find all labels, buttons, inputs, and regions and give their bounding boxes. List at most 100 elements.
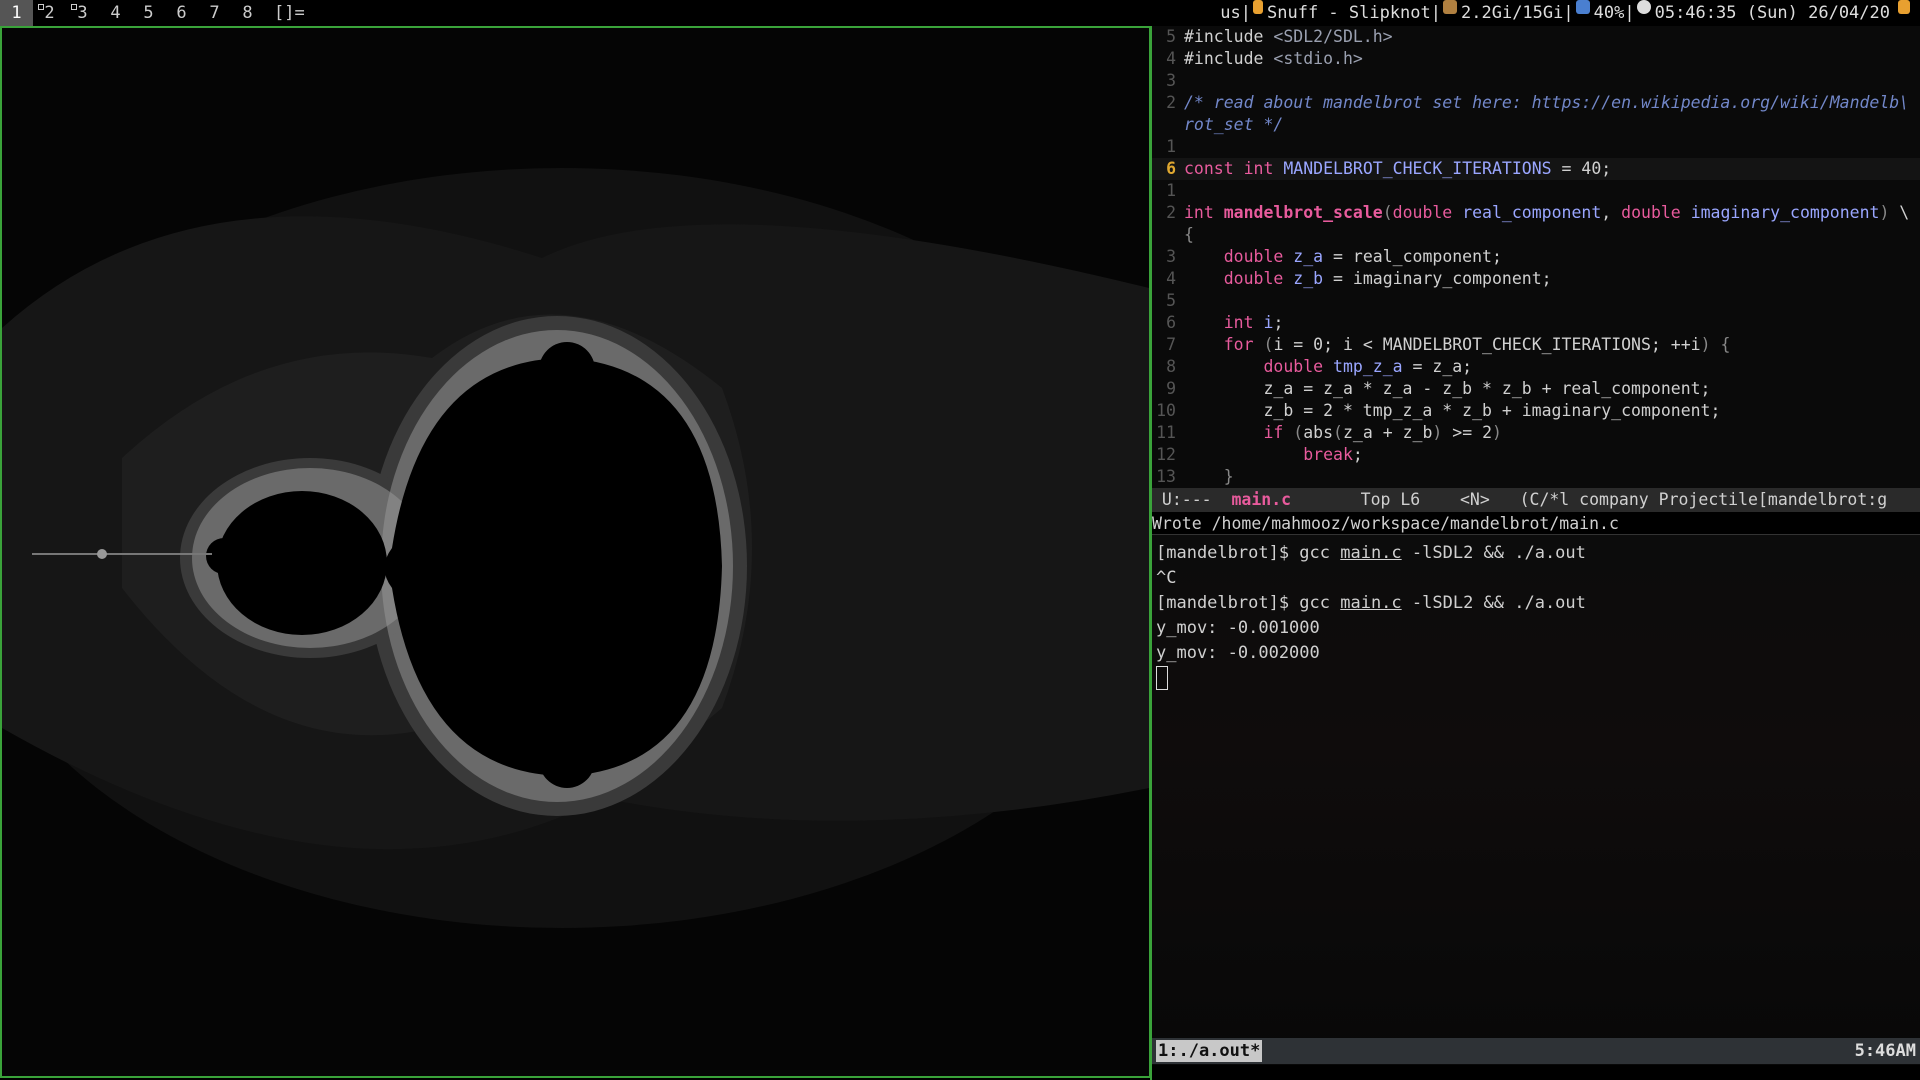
- code-text: }: [1223, 467, 1234, 486]
- code-text: int i;: [1223, 313, 1284, 332]
- status-area: us | Snuff - Slipknot | 2.2Gi/15Gi | 40% | 05:46…: [1220, 0, 1914, 26]
- code-text: double z_a = real_component;: [1223, 247, 1502, 266]
- echo-area: Wrote /home/mahmooz/workspace/mandelbrot…: [1152, 514, 1619, 533]
- line-number: 2: [1166, 93, 1176, 112]
- line-number: 6: [1166, 313, 1176, 332]
- line-number: 6: [1166, 159, 1176, 178]
- workspace-tag-7[interactable]: 7: [198, 0, 231, 26]
- code-line[interactable]: rot_set */: [1152, 114, 1920, 136]
- line-number: 1: [1166, 137, 1176, 156]
- code-line[interactable]: 4 #include <stdio.h>: [1152, 48, 1920, 70]
- code-line[interactable]: 13 }: [1152, 466, 1920, 488]
- music-icon: [1253, 0, 1263, 14]
- modeline-filename: main.c: [1231, 490, 1292, 509]
- code-line[interactable]: 8 double tmp_z_a = z_a;: [1152, 356, 1920, 378]
- terminal-line: y_mov: -0.001000: [1156, 618, 1320, 638]
- memory-icon: [1443, 0, 1458, 14]
- code-text: int mandelbrot_scale(double real_compone…: [1184, 203, 1910, 222]
- code-line[interactable]: 10 z_b = 2 * tmp_z_a * z_b + imaginary_c…: [1152, 400, 1920, 422]
- terminal-cursor: [1156, 666, 1168, 691]
- line-number: 12: [1156, 445, 1176, 464]
- code-line[interactable]: 11 if (abs(z_a + z_b) >= 2): [1152, 422, 1920, 444]
- mandelbrot-render: [2, 28, 1149, 1076]
- memory-usage: 2.2Gi/15Gi: [1461, 3, 1564, 23]
- code-text: #include <SDL2/SDL.h>: [1184, 27, 1393, 46]
- code-line[interactable]: 4 double z_b = imaginary_component;: [1152, 268, 1920, 290]
- mandelbrot-window[interactable]: [0, 26, 1151, 1078]
- line-number: 10: [1156, 401, 1176, 420]
- workspace-tag-5[interactable]: 5: [132, 0, 165, 26]
- code-text: {: [1184, 225, 1194, 244]
- occupied-indicator: [71, 4, 77, 10]
- tmux-clock: 5:46AM: [1854, 1041, 1916, 1061]
- line-number: 2: [1166, 203, 1176, 222]
- occupied-indicator: [38, 4, 44, 10]
- code-text: for (i = 0; i < MANDELBROT_CHECK_ITERATI…: [1223, 335, 1731, 354]
- code-line[interactable]: 6 int i;: [1152, 312, 1920, 334]
- volume-level: 40%: [1593, 3, 1625, 23]
- code-text: if (abs(z_a + z_b) >= 2): [1263, 423, 1502, 442]
- line-number: 3: [1166, 247, 1176, 266]
- code-line[interactable]: 12 break;: [1152, 444, 1920, 466]
- volume-icon: [1575, 0, 1590, 14]
- line-number: 9: [1166, 379, 1176, 398]
- workspace-tag-4[interactable]: 4: [99, 0, 132, 26]
- workspace-tag-2[interactable]: 2: [33, 0, 66, 26]
- modeline-state: U:---: [1152, 490, 1232, 509]
- terminal[interactable]: [mandelbrot]$ gcc main.c -lSDL2 && ./a.o…: [1152, 534, 1920, 1065]
- workspace-tag-3[interactable]: 3: [66, 0, 99, 26]
- code-line[interactable]: 7 for (i = 0; i < MANDELBROT_CHECK_ITERA…: [1152, 334, 1920, 356]
- code-line[interactable]: 5 #include <SDL2/SDL.h>: [1152, 26, 1920, 48]
- code-text: double z_b = imaginary_component;: [1223, 269, 1552, 288]
- code-text: z_a = z_a * z_a - z_b * z_b + real_compo…: [1184, 379, 1711, 398]
- line-number: 8: [1166, 357, 1176, 376]
- code-text: rot_set */: [1184, 115, 1284, 134]
- emacs-editor[interactable]: 5 #include <SDL2/SDL.h> 4 #include <stdio.h…: [1152, 26, 1920, 488]
- tmux-window-tab[interactable]: 1:./a.out*: [1156, 1040, 1263, 1062]
- layout-indicator[interactable]: []=: [274, 0, 305, 26]
- clock-icon: [1636, 0, 1651, 14]
- terminal-line: ^C: [1156, 568, 1177, 588]
- code-line[interactable]: 6 const int MANDELBROT_CHECK_ITERATIONS =…: [1152, 158, 1920, 180]
- line-number: 5: [1166, 291, 1176, 310]
- line-number: 7: [1166, 335, 1176, 354]
- line-number: 11: [1156, 423, 1176, 442]
- line-number: 1: [1166, 181, 1176, 200]
- workspace-tag-6[interactable]: 6: [165, 0, 198, 26]
- code-text: #include <stdio.h>: [1184, 49, 1363, 68]
- code-line[interactable]: 3 double z_a = real_component;: [1152, 246, 1920, 268]
- workspace-tag-8[interactable]: 8: [231, 0, 264, 26]
- battery-icon: [1898, 0, 1910, 14]
- modeline-position: Top L6 <N> (C/*l company Projectile[mand…: [1291, 490, 1888, 509]
- keyboard-layout: us: [1220, 3, 1241, 23]
- code-line[interactable]: 3: [1152, 70, 1920, 92]
- terminal-line: [mandelbrot]$ gcc main.c -lSDL2 && ./a.o…: [1156, 593, 1586, 613]
- code-text: /* read about mandelbrot set here: https…: [1184, 93, 1910, 112]
- code-text: break;: [1303, 445, 1363, 464]
- line-number: 4: [1166, 269, 1176, 288]
- code-line[interactable]: {: [1152, 224, 1920, 246]
- code-text: z_b = 2 * tmp_z_a * z_b + imaginary_comp…: [1184, 401, 1721, 420]
- tmux-status-bar: 1:./a.out* 5:46AM: [1152, 1038, 1920, 1064]
- terminal-line: [mandelbrot]$ gcc main.c -lSDL2 && ./a.o…: [1156, 543, 1586, 563]
- code-text: double tmp_z_a = z_a;: [1263, 357, 1473, 376]
- top-bar: 12345678 []= us | Snuff - Slipknot | 2.2Gi/1…: [0, 0, 1920, 26]
- line-number: 5: [1166, 27, 1176, 46]
- code-line[interactable]: 5: [1152, 290, 1920, 312]
- code-text: const int MANDELBROT_CHECK_ITERATIONS = …: [1184, 159, 1612, 178]
- now-playing: Snuff - Slipknot: [1267, 3, 1431, 23]
- line-number: 3: [1166, 71, 1176, 90]
- terminal-line: y_mov: -0.002000: [1156, 643, 1320, 663]
- line-number: 13: [1156, 467, 1176, 486]
- workspace-tag-1[interactable]: 1: [0, 0, 33, 26]
- code-line[interactable]: 1: [1152, 180, 1920, 202]
- code-line[interactable]: 2 int mandelbrot_scale(double real_compon…: [1152, 202, 1920, 224]
- code-line[interactable]: 9 z_a = z_a * z_a - z_b * z_b + real_com…: [1152, 378, 1920, 400]
- right-column: 5 #include <SDL2/SDL.h> 4 #include <stdio.h…: [1152, 26, 1920, 1080]
- code-line[interactable]: 1: [1152, 136, 1920, 158]
- workspace-tags: 12345678: [0, 0, 264, 26]
- emacs-modeline: U:--- main.c Top L6 <N> (C/*l company Pr…: [1152, 488, 1920, 512]
- code-line[interactable]: 2 /* read about mandelbrot set here: http…: [1152, 92, 1920, 114]
- line-number: 4: [1166, 49, 1176, 68]
- datetime: 05:46:35 (Sun) 26/04/20: [1654, 3, 1890, 23]
